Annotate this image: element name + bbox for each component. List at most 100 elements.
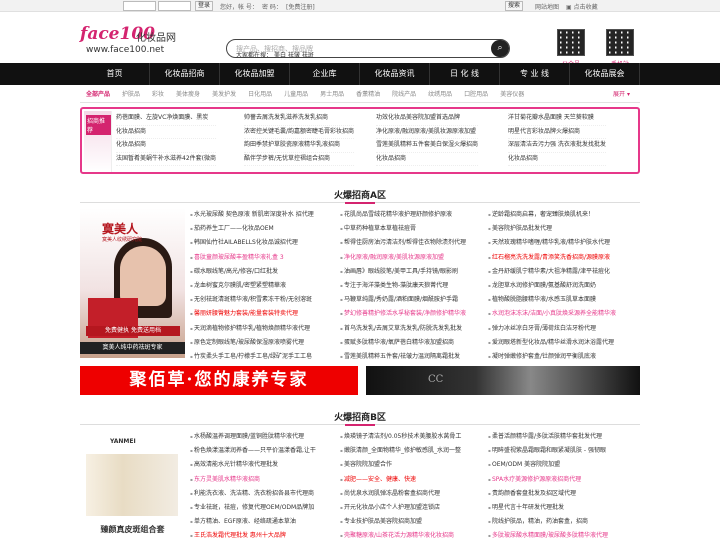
list-item[interactable]: 法国暂肴美蜗牛补水滋养42件套(微商 — [116, 153, 216, 166]
list-item[interactable]: 馨丽妍腰臀魅力套装/能量套装特卖代理 — [190, 307, 314, 321]
list-item[interactable]: 化妆品招商 — [508, 153, 606, 166]
category-tab[interactable]: 日化用品 — [242, 89, 278, 102]
list-item[interactable]: 凝时弹嫩修护套盒/钍颜弹润平衡肌底液 — [488, 350, 616, 364]
list-item[interactable]: 茄药养生工厂——化妆品OEM — [190, 222, 314, 236]
top-search-button[interactable]: 搜索 — [505, 1, 524, 11]
banner-jubaicao[interactable]: 聚佰草·您的康养专家 — [80, 366, 358, 395]
nav-franchise[interactable]: 化妆品加盟 — [220, 63, 290, 85]
list-item[interactable]: 高效清能水光针精华液代理批发 — [190, 458, 316, 472]
list-item[interactable]: OEM/ODM 美容院院加盟 — [488, 458, 608, 472]
category-tab[interactable]: 美发护发 — [206, 89, 242, 102]
list-item[interactable]: 粉色焕漾温漾润养香——只平价温漾香霜,让干 — [190, 444, 316, 458]
list-item[interactable]: 柔普活颜精华露/多肽活肤精华套批发代理 — [488, 430, 608, 444]
list-item[interactable]: 尚优泉水润肌弹冻晶粉套盒招商代理 — [340, 487, 461, 501]
list-item[interactable]: 责韵颜香套盘批发及招区域代理 — [488, 487, 608, 501]
list-item[interactable]: 龙胆草水润修护面膜/氨基酸舒润洗面奶 — [488, 279, 616, 293]
list-item[interactable]: 植物酸脱脂腰精华液/水感玉肌草本面膜 — [488, 293, 616, 307]
category-tab[interactable]: 护肤品 — [116, 89, 146, 102]
list-item[interactable]: 马鞭草纯露/秀奶露/酒粕面膜/烟酰胺护手霜 — [340, 293, 466, 307]
list-item[interactable]: 专注于海洋藻类生物-藻肽康天狼菁代理 — [340, 279, 466, 293]
featured-image[interactable]: 招商推荐 — [84, 111, 112, 172]
hot-word[interactable]: 祛皱 — [288, 52, 300, 59]
list-item[interactable]: 中草药种植草本草植祛痘膏 — [340, 222, 466, 236]
list-item[interactable]: 净化原液/融润原液/美肌妆源原液加盟 — [376, 126, 479, 139]
list-item[interactable]: 红石榴亮洗洗发露/青添笑洗香招商/源膜原液 — [488, 251, 616, 265]
list-item[interactable]: 天然玫瑰精华嗜喱/精华乳液/精华护肤水代理 — [488, 236, 616, 250]
nav-recruit[interactable]: 化妆品招商 — [150, 63, 220, 85]
list-item[interactable]: 碳水眼线笔/高光/修容/口红批发 — [190, 265, 314, 279]
nav-pro[interactable]: 专 业 线 — [500, 63, 570, 85]
list-item[interactable]: 原色定制眼线笔/玻尿酸保湿原液喷雾代理 — [190, 336, 314, 350]
list-item[interactable]: 化妆品招商 — [116, 139, 216, 153]
password-input[interactable] — [158, 1, 191, 11]
list-item[interactable]: 单方精油、EGF原液、经络疏通本草油 — [190, 515, 316, 529]
section-a-ad-image[interactable]: 寞美人 寞美人纹绣研究院 免费健执 免费送用档 寞美人纯中药祛斑专家 — [80, 208, 185, 358]
list-item[interactable]: 帅薔去屑洗发乳滋养洗发乳招商 — [244, 112, 355, 126]
nav-news[interactable]: 化妆品资讯 — [360, 63, 430, 85]
list-item[interactable]: 爱润眼塔新型化妆品/精华丝滑水润沐浴露代理 — [488, 336, 616, 350]
section-b-ad-image[interactable]: YANMEI 臻颜真皮斑组合套 — [80, 430, 185, 540]
list-item[interactable]: 首乌洗发乳/去屑艾草洗发乳/防脱洗发乳批发 — [340, 322, 466, 336]
list-item[interactable]: 无创祛斑清斑精华液/积雪素冻干粉/无创溶斑 — [190, 293, 314, 307]
list-item[interactable]: 化妆品招商 — [376, 153, 479, 166]
category-tab[interactable]: 彩妆 — [146, 89, 170, 102]
category-tab[interactable]: 香薰精油 — [350, 89, 386, 102]
category-tab[interactable]: 男士用品 — [314, 89, 350, 102]
hot-word[interactable]: 祛斑 — [302, 52, 314, 59]
list-item[interactable]: 功效化妆品美容院加盟首选品牌 — [376, 112, 479, 126]
list-item[interactable]: 水润泡沫冻沫/洁面/小真肽焕采源养全能精华液 — [488, 307, 616, 321]
list-item[interactable]: 雪莲美肌精粹五件套/祛皱力温润隔离霜批发 — [340, 350, 466, 364]
list-item[interactable]: 王氏浩发霜代理批发 惠州十大品牌 — [190, 529, 316, 543]
list-item[interactable]: 逆龄霜招商启幕，奢宠臻肤焕肌机来！ — [488, 208, 616, 222]
list-item[interactable]: 美容院护肤品批发代理 — [488, 222, 616, 236]
category-tab[interactable]: 全部产品 — [80, 89, 116, 102]
list-item[interactable]: 帮得佳厨房油污清洁剂/帮得佳衣物除渍剂代理 — [340, 236, 466, 250]
list-item[interactable]: 天润滴植物修护精华乳/植物焕颜精华液代理 — [190, 322, 314, 336]
list-item[interactable]: 利能洗衣液、洗洁精、洗衣粉招各县市代理商 — [190, 487, 316, 501]
list-item[interactable]: 东方灵美肌水精华液招商 — [190, 473, 316, 487]
list-item[interactable]: 化妆品招商 — [116, 126, 216, 139]
search-icon[interactable]: ⌕ — [491, 40, 509, 57]
sitemap-link[interactable]: 网站地图 — [535, 2, 559, 11]
category-tab[interactable]: 美体瘦身 — [170, 89, 206, 102]
login-button[interactable]: 登录 — [195, 1, 214, 11]
list-item[interactable]: 洋甘菊花瓣水晶面膜 天竺葵软膜 — [508, 112, 606, 126]
list-item[interactable]: 喜肽童颜玻尿酸丰盈精华液礼盒 3 — [190, 251, 314, 265]
list-item[interactable]: 龙血树蜜克尔膜肌/密塑紧塑精華液 — [190, 279, 314, 293]
category-tab[interactable]: 美容仪器 — [494, 89, 530, 102]
list-item[interactable]: 院线护肤品，精油，药油套盒，招商 — [488, 515, 608, 529]
list-item[interactable]: 蛋赋多肽精华液/氧萨蓓白精华液加盟招商 — [340, 336, 466, 350]
register-link[interactable]: [免费注册] — [286, 2, 315, 11]
list-item[interactable]: 明眸盛视紫晶霜眼霜和眼紧凝肌肤 - 强韧眼 — [488, 444, 608, 458]
list-item[interactable]: 韵田季禁护草胶瓷原液精华乳液招商 — [244, 139, 355, 153]
list-item[interactable]: 深层清洁去污力强 洗衣液批发找批发 — [508, 139, 606, 153]
nav-expo[interactable]: 化妆品展会 — [570, 63, 640, 85]
category-tab[interactable]: 口腔用品 — [458, 89, 494, 102]
list-item[interactable]: 壳聚糖原液/山茶花活力源精华液化妆招商 — [340, 529, 461, 543]
list-item[interactable]: 嫩肤清颜_全面物精华_修护敏感肌_水润一整 — [340, 444, 461, 458]
nav-companies[interactable]: 企业库 — [290, 63, 360, 85]
list-item[interactable]: SPA水疗美源修护源原液招商代理 — [488, 473, 608, 487]
list-item[interactable]: 韩国仙竹社AILABELLS化妆品诚招代理 — [190, 236, 314, 250]
list-item[interactable]: 竹炭柔头手工皂/柠檬手工皂/绿矿泥手工工皂 — [190, 350, 314, 364]
list-item[interactable]: 浓密控关键毛囊/韵嘉额密睫毛膏彩妆招商 — [244, 126, 355, 139]
list-item[interactable]: 净化原液/融润原液/美肌妆源原液加盟 — [340, 251, 466, 265]
list-item[interactable]: 弹力冰丝凉白牙膏/薄荷炫白洁牙粉代理 — [488, 322, 616, 336]
category-tab[interactable]: 纹绣用品 — [422, 89, 458, 102]
expand-button[interactable]: 展开 ▾ — [607, 89, 636, 101]
list-item[interactable]: 开元化妆品小店个人护理加盟连锁店 — [340, 501, 461, 515]
list-item[interactable]: 美容院院加盟合作 — [340, 458, 461, 472]
nav-daily[interactable]: 日 化 线 — [430, 63, 500, 85]
list-item[interactable]: 减肥——安全、健康、快速 — [340, 473, 461, 487]
list-item[interactable]: 花肌尚品雪绒花精华液护理舒颜修护原液 — [340, 208, 466, 222]
category-tab[interactable]: 儿童用品 — [278, 89, 314, 102]
hot-word[interactable]: 美白 — [274, 52, 286, 59]
list-item[interactable]: 多肽玻尿酸水精面膜/玻尿酸多肽精华液代理 — [488, 529, 608, 543]
list-item[interactable]: 专业祛斑，祛痘，修复代理OEM/ODM品牌加 — [190, 501, 316, 515]
list-item[interactable]: 梦幻修善精护修活水孚秘套装/净颜修护精华液 — [340, 307, 466, 321]
list-item[interactable]: 酷伴学步裤/无忧草控褶组合招商 — [244, 153, 355, 166]
list-item[interactable]: 水光玻尿酸 契色原液 新肌密深度补水 招代理 — [190, 208, 314, 222]
list-item[interactable]: 雪莲美肌精粹五件套美白保湿火爆招商 — [376, 139, 479, 153]
bookmark-link[interactable]: ▣ 点击收藏 — [566, 2, 598, 11]
account-input[interactable] — [123, 1, 156, 11]
